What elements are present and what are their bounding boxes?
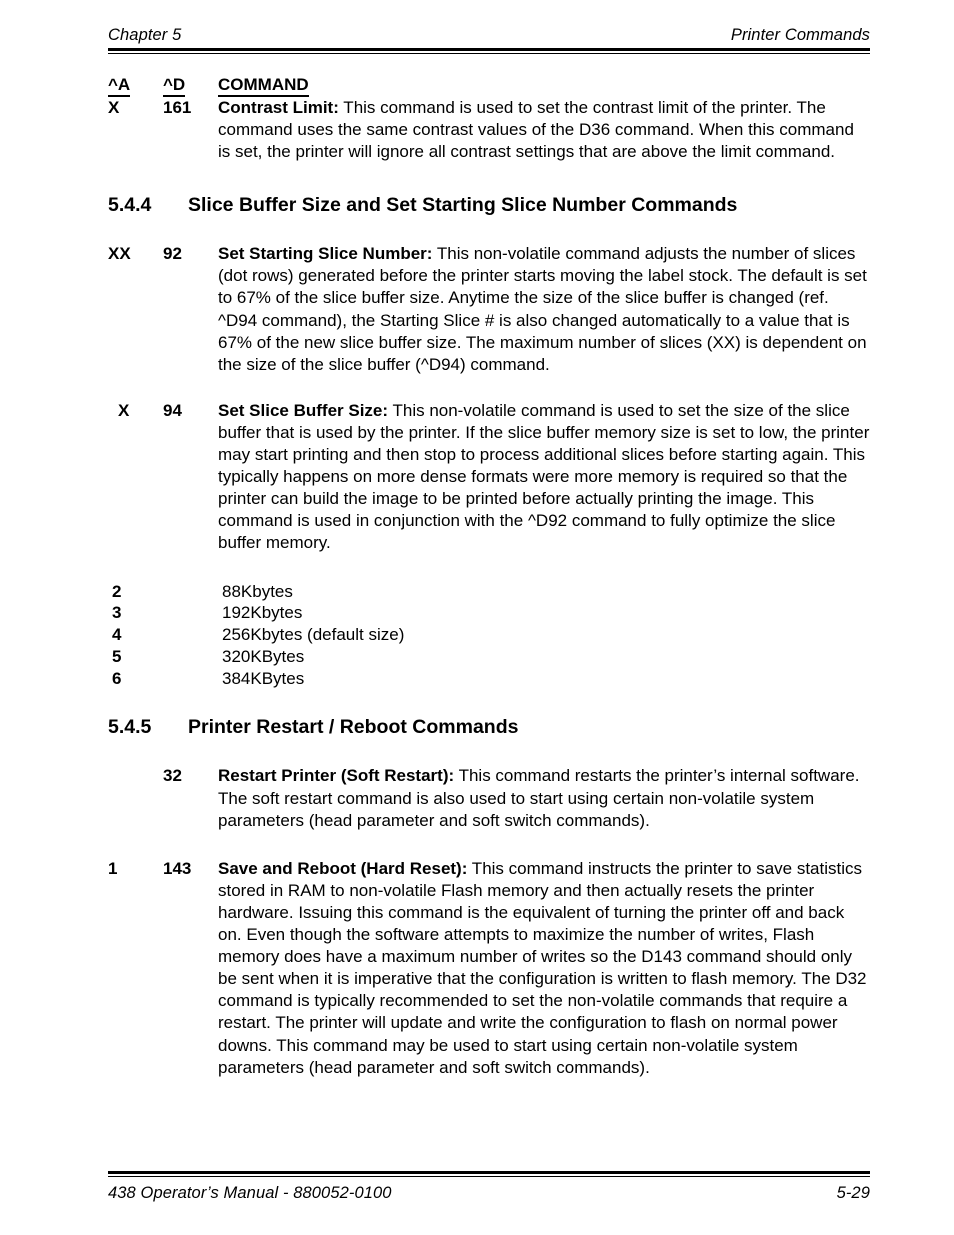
row-control-d: 32 xyxy=(163,766,182,786)
page-header: Chapter 5 Printer Commands xyxy=(108,26,870,45)
footer-divider xyxy=(108,1171,870,1178)
header-divider-thin xyxy=(108,53,870,55)
row-control-a: 1 xyxy=(108,858,118,878)
column-header-control-d: ^D xyxy=(163,74,218,97)
buffer-value: 320KBytes xyxy=(222,646,305,666)
row-control-d: 143 xyxy=(163,858,192,878)
command-body: This command instructs the printer to sa… xyxy=(218,858,867,1077)
buffer-code: 4 xyxy=(112,625,122,645)
list-item: 6 384KBytes xyxy=(108,668,954,690)
header-section-label: Printer Commands xyxy=(730,26,870,44)
buffer-value: 256Kbytes (default size) xyxy=(222,625,405,645)
buffer-value: 192Kbytes xyxy=(222,603,303,623)
table-row: 1 143 Save and Reboot (Hard Reset): This… xyxy=(0,858,954,1079)
section-title: Printer Restart / Reboot Commands xyxy=(188,716,519,739)
column-header-command: COMMAND xyxy=(218,74,870,97)
section-heading-545: 5.4.5 Printer Restart / Reboot Commands xyxy=(0,715,954,739)
section-heading-544: 5.4.4 Slice Buffer Size and Set Starting… xyxy=(0,193,954,217)
row-command-description: Restart Printer (Soft Restart): This com… xyxy=(218,765,870,831)
table-row: X 161 Contrast Limit: This command is us… xyxy=(0,97,954,163)
buffer-code: 6 xyxy=(112,668,122,688)
row-command-description: Save and Reboot (Hard Reset): This comma… xyxy=(218,858,870,1079)
buffer-code: 5 xyxy=(112,646,122,666)
footer-manual-label: 438 Operator’s Manual - 880052-0100 xyxy=(108,1184,392,1202)
command-title: Restart Printer (Soft Restart): xyxy=(218,766,455,786)
list-item: 4 256Kbytes (default size) xyxy=(108,624,954,646)
row-control-d: 161 xyxy=(163,98,192,117)
command-body: This non-volatile command adjusts the nu… xyxy=(218,244,867,374)
row-command-description: Contrast Limit: This command is used to … xyxy=(218,97,870,163)
row-control-a: X xyxy=(118,400,130,420)
section-number: 5.4.5 xyxy=(108,716,152,739)
footer-page-number: 5-29 xyxy=(836,1184,870,1202)
command-title: Contrast Limit: xyxy=(218,98,339,117)
command-title: Save and Reboot (Hard Reset): xyxy=(218,858,468,878)
row-control-d: 94 xyxy=(163,400,182,420)
table-row: XX 92 Set Starting Slice Number: This no… xyxy=(0,243,954,376)
row-command-description: Set Slice Buffer Size: This non-volatile… xyxy=(218,400,870,555)
row-control-d: 92 xyxy=(163,244,182,264)
document-page: Chapter 5 Printer Commands ^A ^D COMMAND… xyxy=(0,0,954,1235)
list-item: 3 192Kbytes xyxy=(108,602,954,624)
command-table-header: ^A ^D COMMAND xyxy=(0,74,954,97)
buffer-size-list: 2 88Kbytes 3 192Kbytes 4 256Kbytes (defa… xyxy=(0,581,954,690)
row-control-a: XX xyxy=(108,244,131,264)
command-title: Set Slice Buffer Size: xyxy=(218,400,389,420)
header-chapter-label: Chapter 5 xyxy=(108,26,182,44)
buffer-value: 88Kbytes xyxy=(222,581,293,601)
footer-divider-thin xyxy=(108,1176,870,1178)
column-header-control-a: ^A xyxy=(108,74,163,97)
table-row: X 94 Set Slice Buffer Size: This non-vol… xyxy=(0,400,954,555)
command-title: Set Starting Slice Number: xyxy=(218,244,433,264)
section-title: Slice Buffer Size and Set Starting Slice… xyxy=(188,194,738,217)
section-number: 5.4.4 xyxy=(108,194,152,217)
page-footer: 438 Operator’s Manual - 880052-0100 5-29 xyxy=(108,1184,870,1203)
row-control-a: X xyxy=(108,98,120,117)
table-row: 32 Restart Printer (Soft Restart): This … xyxy=(0,765,954,831)
buffer-value: 384KBytes xyxy=(222,668,305,688)
buffer-code: 3 xyxy=(112,603,122,623)
list-item: 5 320KBytes xyxy=(108,646,954,668)
row-command-description: Set Starting Slice Number: This non-vola… xyxy=(218,243,870,376)
buffer-code: 2 xyxy=(112,581,122,601)
list-item: 2 88Kbytes xyxy=(108,581,954,603)
page-content: ^A ^D COMMAND X 161 Contrast Limit: This… xyxy=(0,74,954,1079)
command-body: This non-volatile command is used to set… xyxy=(218,400,870,553)
header-divider xyxy=(108,48,870,55)
